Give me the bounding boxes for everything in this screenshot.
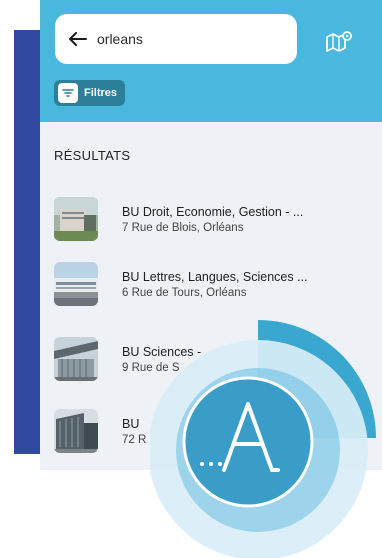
library-thumbnail [54, 197, 98, 241]
result-address: 6 Rue de Tours, Orléans [122, 286, 247, 299]
back-arrow-icon[interactable] [67, 28, 89, 50]
search-bar[interactable] [55, 14, 297, 64]
filter-icon [58, 83, 78, 103]
result-address: 7 Rue de Blois, Orléans [122, 221, 244, 234]
library-thumbnail [54, 262, 98, 306]
logo-letter-a [222, 402, 280, 472]
logo-dots [200, 462, 222, 466]
app-screenshot: Filtres RÉSULTATS BU Droit, Economie, Ge… [0, 0, 382, 558]
result-address: 72 R [122, 433, 147, 446]
app-logo-overlay [148, 320, 382, 558]
result-item[interactable]: BU Droit, Economie, Gestion - ... 7 Rue … [54, 194, 374, 244]
result-name: BU Lettres, Langues, Sciences ... [122, 269, 308, 284]
result-name: BU [122, 416, 140, 431]
filters-button[interactable]: Filtres [54, 80, 126, 106]
results-heading: RÉSULTATS [54, 148, 131, 163]
map-view-button[interactable] [322, 28, 356, 54]
filters-label: Filtres [84, 87, 118, 99]
library-thumbnail [54, 409, 98, 453]
search-input[interactable] [97, 27, 247, 51]
result-item[interactable]: BU Lettres, Langues, Sciences ... 6 Rue … [54, 259, 374, 309]
map-icon [326, 31, 352, 52]
result-name: BU Droit, Economie, Gestion - ... [122, 204, 304, 219]
library-thumbnail [54, 337, 98, 381]
